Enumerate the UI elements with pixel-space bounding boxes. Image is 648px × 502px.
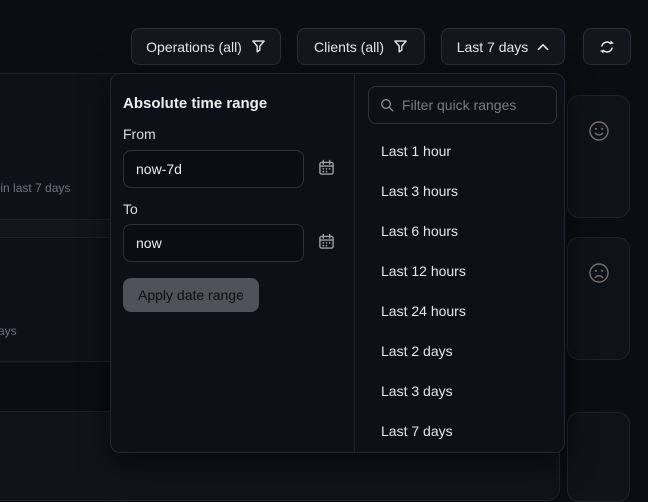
quick-range-option[interactable]: Last 7 days bbox=[355, 411, 565, 451]
calendar-icon bbox=[318, 159, 335, 176]
to-label: To bbox=[123, 201, 138, 217]
refresh-button[interactable] bbox=[583, 28, 631, 65]
funnel-icon bbox=[393, 39, 408, 54]
quick-range-option[interactable]: Last 3 days bbox=[355, 371, 565, 411]
search-icon bbox=[380, 98, 394, 112]
time-range-picker-panel: Absolute time range From To Apply date r… bbox=[110, 73, 565, 453]
time-range-picker-button[interactable]: Last 7 days bbox=[441, 28, 565, 65]
from-input[interactable] bbox=[123, 150, 304, 188]
quick-range-option[interactable]: Last 6 hours bbox=[355, 211, 565, 251]
background-stat-text: ays bbox=[0, 324, 17, 338]
operations-filter-label: Operations (all) bbox=[146, 39, 242, 55]
time-range-label: Last 7 days bbox=[457, 39, 529, 55]
smiley-face-icon bbox=[588, 120, 610, 142]
clients-filter-button[interactable]: Clients (all) bbox=[297, 28, 425, 65]
funnel-icon bbox=[251, 39, 266, 54]
quick-range-search[interactable] bbox=[368, 86, 557, 124]
apply-date-range-button[interactable]: Apply date range bbox=[123, 278, 259, 312]
quick-range-option[interactable]: Last 1 hour bbox=[355, 131, 565, 171]
clients-filter-label: Clients (all) bbox=[314, 39, 384, 55]
background-card bbox=[567, 412, 630, 502]
to-input[interactable] bbox=[123, 224, 304, 262]
quick-range-filter-input[interactable] bbox=[402, 97, 545, 113]
background-sad-card bbox=[567, 237, 630, 360]
chevron-up-icon bbox=[537, 43, 549, 51]
background-stat-text: ations in last 7 days bbox=[0, 181, 70, 195]
quick-range-option[interactable]: Last 12 hours bbox=[355, 251, 565, 291]
absolute-time-range-title: Absolute time range bbox=[123, 95, 267, 112]
frown-face-icon bbox=[588, 262, 610, 284]
to-calendar-button[interactable] bbox=[316, 233, 336, 253]
quick-range-option[interactable]: Last 3 hours bbox=[355, 171, 565, 211]
quick-range-option[interactable]: Last 2 days bbox=[355, 331, 565, 371]
refresh-icon bbox=[599, 39, 615, 55]
operations-filter-button[interactable]: Operations (all) bbox=[131, 28, 281, 65]
calendar-icon bbox=[318, 233, 335, 250]
background-happy-card bbox=[567, 95, 630, 218]
quick-range-list: Last 1 hour Last 3 hours Last 6 hours La… bbox=[355, 131, 565, 451]
from-calendar-button[interactable] bbox=[316, 159, 336, 179]
from-label: From bbox=[123, 126, 156, 142]
quick-range-option[interactable]: Last 24 hours bbox=[355, 291, 565, 331]
